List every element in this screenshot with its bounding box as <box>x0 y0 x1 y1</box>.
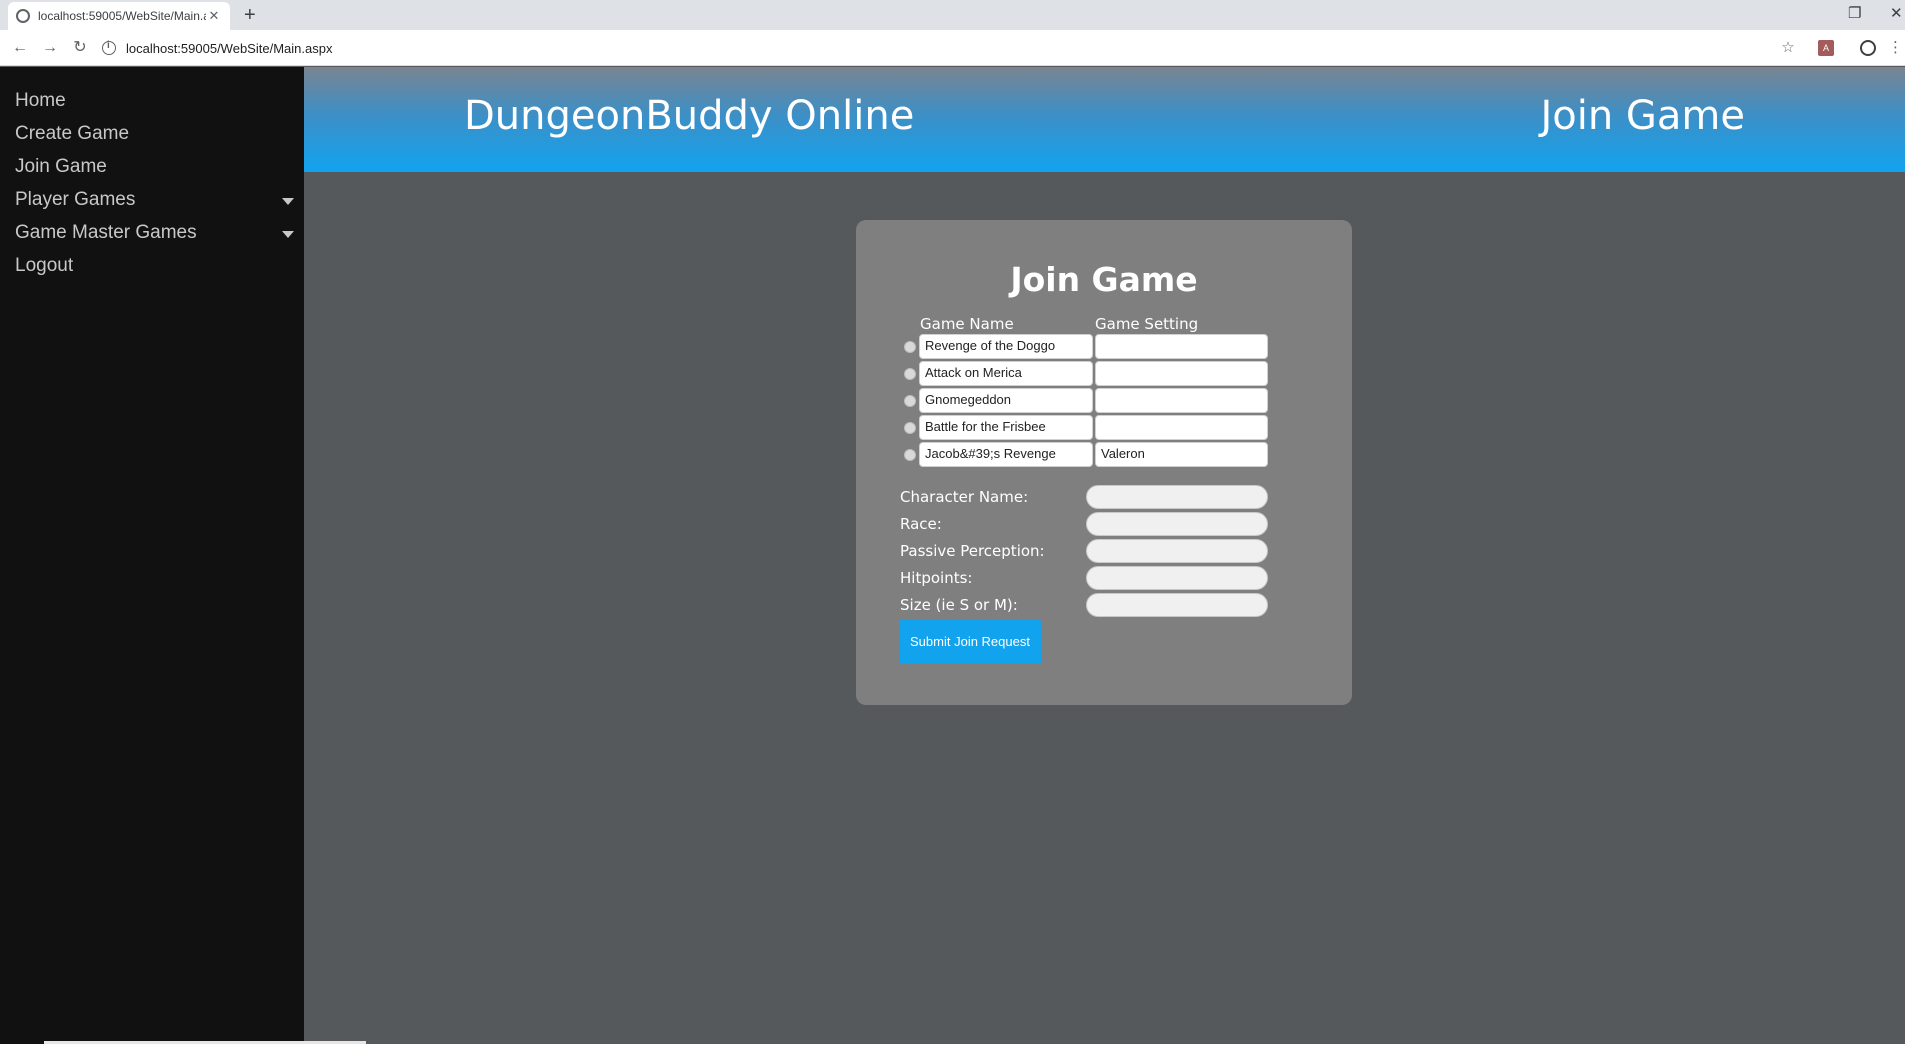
games-table: Game Name Game Setting Revenge of the Do… <box>904 313 1304 468</box>
table-row[interactable]: Attack on Merica <box>904 360 1304 387</box>
page-title: Join Game <box>1540 93 1745 139</box>
tab-close-icon[interactable]: ✕ <box>206 8 222 24</box>
pdf-extension-icon[interactable]: A <box>1818 40 1834 56</box>
forward-icon[interactable]: → <box>38 36 62 60</box>
size-input[interactable] <box>1086 593 1268 617</box>
character-name-input[interactable] <box>1086 485 1268 509</box>
form-row-race: Race: <box>900 511 1280 538</box>
game-setting-cell <box>1095 388 1268 413</box>
panel-title: Join Game <box>1010 260 1198 299</box>
table-row[interactable]: Battle for the Frisbee <box>904 414 1304 441</box>
game-radio[interactable] <box>904 368 916 380</box>
profile-icon[interactable] <box>1860 40 1876 56</box>
game-setting-cell <box>1095 361 1268 386</box>
size-label: Size (ie S or M): <box>900 596 1018 614</box>
menu-kebab-icon[interactable]: ⋮ <box>1888 38 1903 58</box>
browser-tab[interactable]: localhost:59005/WebSite/Main.a ✕ <box>8 2 230 30</box>
page-header: DungeonBuddy Online Join Game <box>304 67 1905 172</box>
game-name-cell: Revenge of the Doggo <box>919 334 1093 359</box>
hitpoints-label: Hitpoints: <box>900 569 973 587</box>
table-row[interactable]: Revenge of the Doggo <box>904 333 1304 360</box>
column-header-game-setting: Game Setting <box>1095 315 1199 333</box>
reload-icon[interactable]: ↻ <box>68 36 92 60</box>
site-title: DungeonBuddy Online <box>464 93 915 139</box>
join-game-panel: Join Game Game Name Game Setting Revenge… <box>856 220 1352 705</box>
table-row[interactable]: Gnomegeddon <box>904 387 1304 414</box>
bookmark-star-icon[interactable]: ☆ <box>1778 38 1798 58</box>
hitpoints-input[interactable] <box>1086 566 1268 590</box>
form-row-character-name: Character Name: <box>900 484 1280 511</box>
sidebar-item-label: Home <box>15 90 66 111</box>
game-radio[interactable] <box>904 395 916 407</box>
game-radio[interactable] <box>904 341 916 353</box>
caret-down-icon[interactable] <box>282 231 294 238</box>
address-bar[interactable]: localhost:59005/WebSite/Main.aspx <box>102 35 1762 61</box>
restore-window-icon[interactable]: ❐ <box>1848 4 1861 22</box>
game-name-cell: Jacob&#39;s Revenge <box>919 442 1093 467</box>
browser-tabstrip: localhost:59005/WebSite/Main.a ✕ + ❐ ✕ <box>0 0 1905 30</box>
games-table-header: Game Name Game Setting <box>904 313 1304 333</box>
passive-perception-input[interactable] <box>1086 539 1268 563</box>
back-icon[interactable]: ← <box>8 36 32 60</box>
form-row-size: Size (ie S or M): <box>900 592 1280 619</box>
sidebar-item-create-game[interactable]: Create Game <box>0 120 304 153</box>
game-name-cell: Attack on Merica <box>919 361 1093 386</box>
sidebar-item-player-games[interactable]: Player Games <box>0 186 304 219</box>
game-setting-cell <box>1095 334 1268 359</box>
race-label: Race: <box>900 515 942 533</box>
game-name-cell: Gnomegeddon <box>919 388 1093 413</box>
tab-title: localhost:59005/WebSite/Main.a <box>38 9 206 23</box>
info-icon[interactable] <box>102 40 116 55</box>
character-name-label: Character Name: <box>900 488 1029 506</box>
sidebar-item-logout[interactable]: Logout <box>0 252 304 285</box>
sidebar-item-label: Logout <box>15 255 74 276</box>
sidebar-item-label: Player Games <box>15 189 136 210</box>
game-radio[interactable] <box>904 449 916 461</box>
race-input[interactable] <box>1086 512 1268 536</box>
game-radio[interactable] <box>904 422 916 434</box>
caret-down-icon[interactable] <box>282 198 294 205</box>
sidebar-item-label: Join Game <box>15 156 107 177</box>
form-row-passive-perception: Passive Perception: <box>900 538 1280 565</box>
game-setting-cell <box>1095 415 1268 440</box>
sidebar-item-label: Game Master Games <box>15 222 197 243</box>
passive-perception-label: Passive Perception: <box>900 542 1045 560</box>
new-tab-button[interactable]: + <box>244 4 256 26</box>
browser-toolbar: ← → ↻ localhost:59005/WebSite/Main.aspx … <box>0 30 1905 66</box>
sidebar-item-join-game[interactable]: Join Game <box>0 153 304 186</box>
game-setting-cell: Valeron <box>1095 442 1268 467</box>
table-row[interactable]: Jacob&#39;s Revenge Valeron <box>904 441 1304 468</box>
sidebar-item-game-master-games[interactable]: Game Master Games <box>0 219 304 252</box>
sidebar-item-home[interactable]: Home <box>0 87 304 120</box>
globe-icon <box>16 9 30 23</box>
close-window-icon[interactable]: ✕ <box>1890 4 1903 22</box>
character-form: Character Name: Race: Passive Perception… <box>900 484 1280 619</box>
sidebar: Home Create Game Join Game Player Games … <box>0 67 304 1044</box>
form-row-hitpoints: Hitpoints: <box>900 565 1280 592</box>
column-header-game-name: Game Name <box>920 315 1014 333</box>
url-text: localhost:59005/WebSite/Main.aspx <box>126 40 333 56</box>
game-name-cell: Battle for the Frisbee <box>919 415 1093 440</box>
submit-join-request-button[interactable]: Submit Join Request <box>899 620 1041 664</box>
sidebar-item-label: Create Game <box>15 123 130 144</box>
